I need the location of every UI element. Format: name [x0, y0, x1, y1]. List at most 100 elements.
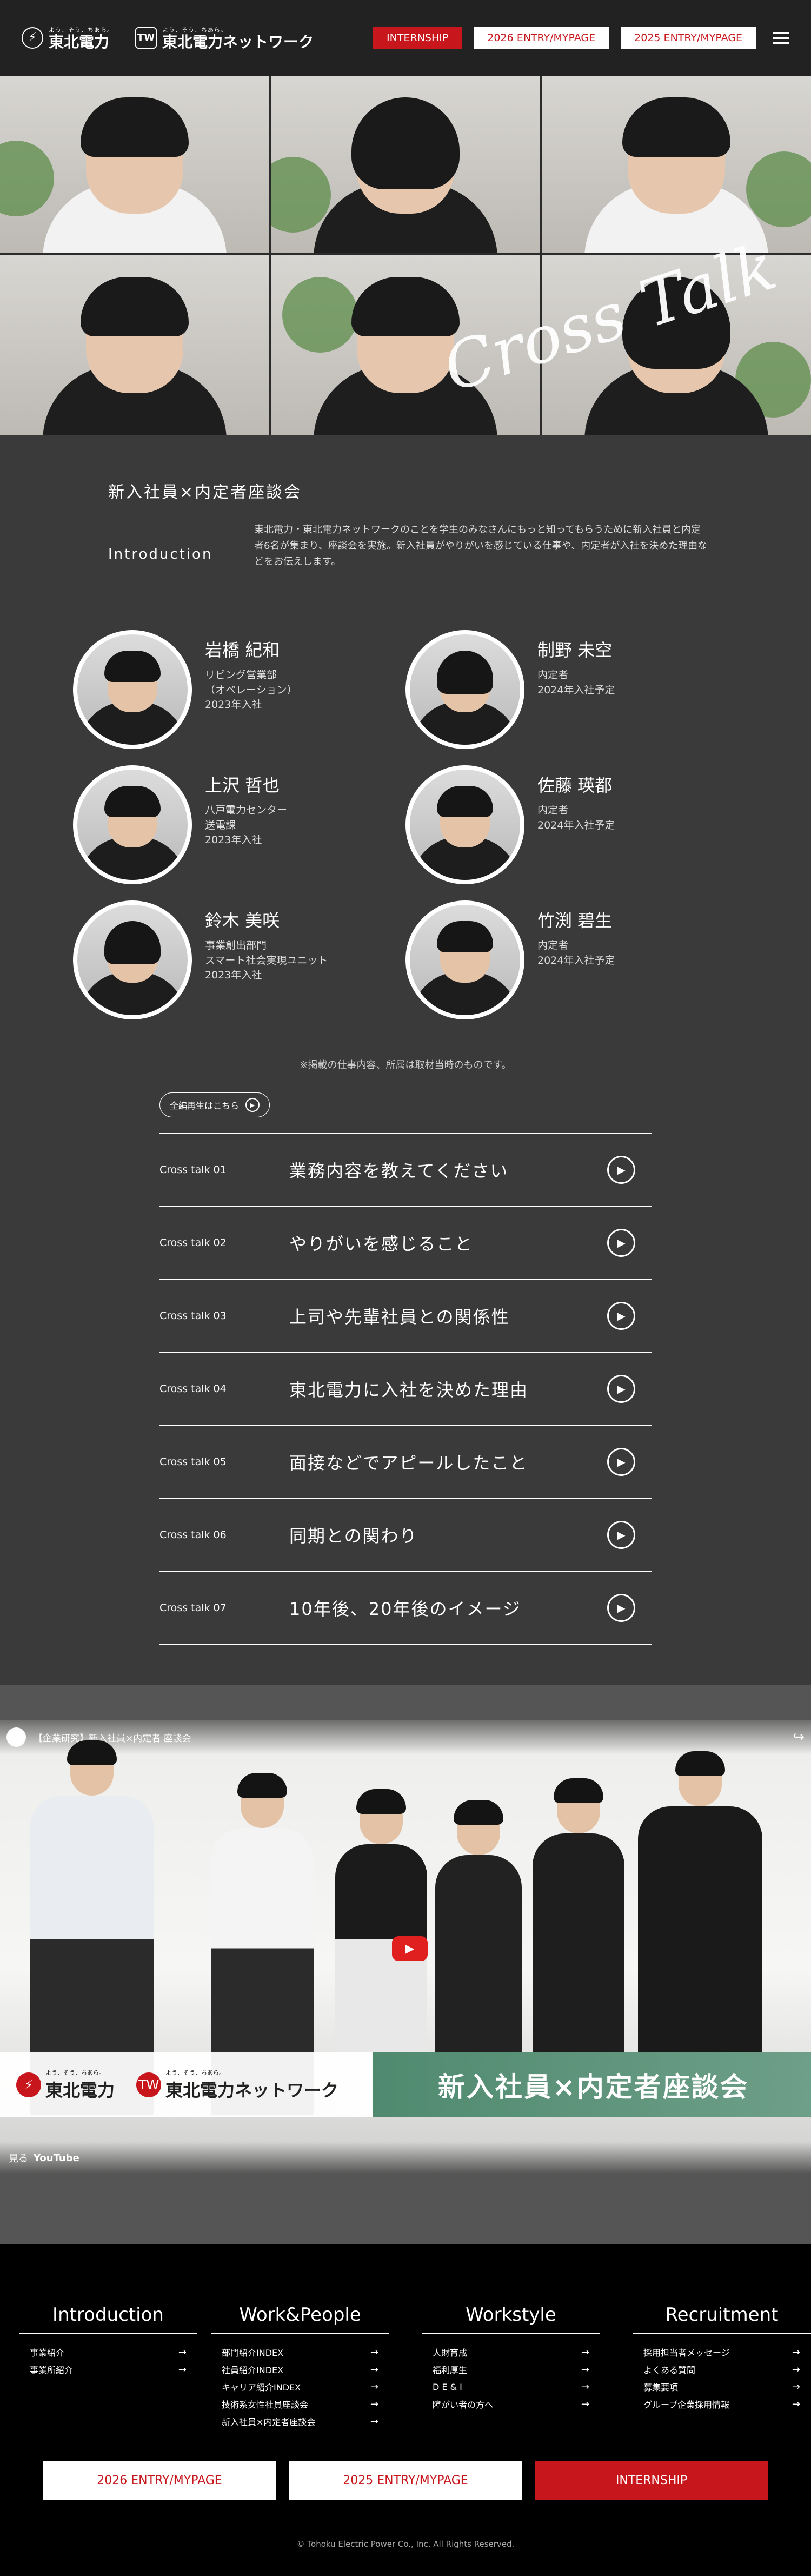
crosstalk-title: 上司や先輩社員との関係性	[289, 1307, 510, 1327]
member-year: 2023年入社	[205, 969, 262, 982]
footer-entry-2026-button[interactable]: 2026 ENTRY/MYPAGE	[43, 2461, 276, 2500]
member-avatar	[406, 765, 524, 884]
footer-link[interactable]: D E & I →	[422, 2378, 600, 2395]
footer-internship-button[interactable]: INTERNSHIP	[535, 2461, 768, 2500]
watch-on-label[interactable]: 見る	[9, 2151, 28, 2165]
entry-2025-button[interactable]: 2025 ENTRY/MYPAGE	[621, 27, 756, 49]
footer-link[interactable]: 人財育成 →	[422, 2343, 600, 2361]
footer-link[interactable]: キャリア紹介INDEX →	[211, 2378, 389, 2395]
member-name: 制野 未空	[537, 640, 613, 660]
arrow-right-icon: →	[581, 2346, 589, 2358]
footer-link[interactable]: 福利厚生 →	[422, 2361, 600, 2378]
footer-link[interactable]: 事業所紹介 →	[19, 2361, 197, 2378]
footer-link-label: 事業所紹介	[30, 2365, 74, 2375]
footer-entry-2025-button[interactable]: 2025 ENTRY/MYPAGE	[289, 2461, 522, 2500]
crosstalk-title: 東北電力に入社を決めた理由	[289, 1380, 529, 1400]
footer-link-label: 新入社員×内定者座談会	[222, 2417, 316, 2427]
footer-link[interactable]: 社員紹介INDEX →	[211, 2361, 389, 2378]
internship-button[interactable]: INTERNSHIP	[373, 27, 462, 49]
member-dept: 送電課	[205, 819, 236, 831]
footer-link[interactable]: 事業紹介 →	[19, 2343, 197, 2361]
crosstalk-item[interactable]: Cross talk 02 やりがいを感じること ▶	[159, 1207, 652, 1280]
crosstalk-section: 新入社員×内定者座談会 Introduction 東北電力・東北電力ネットワーク…	[0, 435, 811, 1685]
play-icon[interactable]: ▶	[607, 1229, 635, 1257]
member-dept: リビング営業部	[205, 669, 277, 681]
member-card: 岩橋 紀和 リビング営業部 （オペレーション） 2023年入社	[73, 630, 297, 749]
banner-logo-name: 東北電力ネットワーク	[165, 2080, 339, 2101]
crosstalk-item[interactable]: Cross talk 05 面接などでアピールしたこと ▶	[159, 1426, 652, 1499]
member-name: 上沢 哲也	[205, 775, 280, 796]
footer-column-workpeople: Work&People 部門紹介INDEX → 社員紹介INDEX → キャリア紹介…	[211, 2304, 389, 2430]
youtube-logo[interactable]: YouTube	[34, 2153, 79, 2164]
arrow-right-icon: →	[178, 2346, 187, 2358]
play-icon[interactable]: ▶	[607, 1594, 635, 1622]
member-card: 制野 未空 内定者 2024年入社予定	[406, 630, 615, 749]
crosstalk-number: Cross talk 02	[159, 1237, 227, 1249]
footer-link[interactable]: 部門紹介INDEX →	[211, 2343, 389, 2361]
crosstalk-number: Cross talk 05	[159, 1456, 227, 1468]
footer-link[interactable]: よくある質問 →	[633, 2361, 811, 2378]
footer-link[interactable]: 新入社員×内定者座談会 →	[211, 2413, 389, 2430]
footer-link[interactable]: 技術系女性社員座談会 →	[211, 2395, 389, 2413]
arrow-right-icon: →	[370, 2381, 378, 2393]
crosstalk-number: Cross talk 01	[159, 1164, 227, 1176]
arrow-right-icon: →	[370, 2346, 378, 2358]
crosstalk-title: 同期との関わり	[289, 1526, 418, 1546]
play-icon[interactable]: ▶	[607, 1302, 635, 1330]
footer-column-title: Introduction	[19, 2304, 197, 2334]
crosstalk-item[interactable]: Cross talk 03 上司や先輩社員との関係性 ▶	[159, 1280, 652, 1353]
play-icon[interactable]: ▶	[607, 1448, 635, 1476]
lightning-icon: ⚡	[22, 27, 43, 49]
play-icon: ▶	[245, 1098, 260, 1112]
footer-link-label: グループ企業採用情報	[643, 2400, 730, 2410]
play-icon[interactable]: ▶	[607, 1521, 635, 1549]
member-avatar	[406, 630, 524, 749]
youtube-embed[interactable]: 【企業研究】新入社員×内定者 座談会 ↪ ▶ ⚡ よう、そう、ちあら。 東北電力 …	[0, 1720, 811, 2174]
member-name: 鈴木 美咲	[205, 910, 280, 931]
play-icon[interactable]: ▶	[607, 1156, 635, 1184]
play-all-button[interactable]: 全編再生はこちら ▶	[159, 1092, 270, 1117]
member-name: 岩橋 紀和	[205, 640, 280, 660]
footer-link[interactable]: 障がい者の方へ →	[422, 2395, 600, 2413]
share-icon[interactable]: ↪	[793, 1729, 805, 1745]
logo-name: 東北電力ネットワーク	[162, 32, 314, 51]
play-icon[interactable]: ▶	[607, 1375, 635, 1403]
hero-photo-3	[542, 76, 811, 253]
arrow-right-icon: →	[792, 2363, 800, 2375]
banner-logo-tohoku: ⚡ よう、そう、ちあら。 東北電力	[16, 2068, 115, 2102]
footer-link-label: 福利厚生	[433, 2365, 468, 2375]
video-title[interactable]: 【企業研究】新入社員×内定者 座談会	[34, 1731, 191, 1744]
footer-link-label: キャリア紹介INDEX	[222, 2382, 301, 2393]
footer-link[interactable]: グループ企業採用情報 →	[633, 2395, 811, 2413]
hamburger-menu-icon[interactable]	[773, 32, 789, 44]
section-title: 新入社員×内定者座談会	[108, 483, 302, 502]
hero-photo-grid: Cross Talk	[0, 76, 811, 435]
crosstalk-list: Cross talk 01 業務内容を教えてください ▶ Cross talk …	[159, 1133, 652, 1645]
crosstalk-number: Cross talk 03	[159, 1310, 227, 1322]
banner-title: 新入社員×内定者座談会	[373, 2052, 811, 2117]
video-title-banner: ⚡ よう、そう、ちあら。 東北電力 TW よう、そう、ちあら。 東北電力ネットワーク…	[0, 2052, 811, 2117]
crosstalk-title: やりがいを感じること	[289, 1234, 474, 1254]
member-year: 2024年入社予定	[537, 954, 615, 966]
tohoku-electric-logo[interactable]: ⚡ よう、そう、ちあら。 東北電力	[22, 25, 114, 51]
logo-name: 東北電力	[49, 32, 110, 51]
footer-link-label: 部門紹介INDEX	[222, 2348, 284, 2358]
youtube-play-button[interactable]: ▶	[392, 1936, 428, 1961]
member-dept: スマート社会実現ユニット	[205, 954, 328, 966]
channel-avatar[interactable]	[6, 1727, 26, 1747]
arrow-right-icon: →	[792, 2381, 800, 2393]
arrow-right-icon: →	[792, 2346, 800, 2358]
crosstalk-item[interactable]: Cross talk 04 東北電力に入社を決めた理由 ▶	[159, 1353, 652, 1426]
entry-2026-button[interactable]: 2026 ENTRY/MYPAGE	[474, 27, 609, 49]
member-card: 鈴木 美咲 事業創出部門 スマート社会実現ユニット 2023年入社	[73, 900, 328, 1019]
footer-link[interactable]: 募集要項 →	[633, 2378, 811, 2395]
crosstalk-item[interactable]: Cross talk 07 10年後、20年後のイメージ ▶	[159, 1572, 652, 1645]
disclaimer-note: ※掲載の仕事内容、所属は取材当時のものです。	[300, 1059, 511, 1071]
crosstalk-item[interactable]: Cross talk 06 同期との関わり ▶	[159, 1499, 652, 1572]
crosstalk-item[interactable]: Cross talk 01 業務内容を教えてください ▶	[159, 1134, 652, 1207]
member-dept: （オペレーション）	[205, 684, 297, 696]
play-all-label: 全編再生はこちら	[170, 1101, 240, 1111]
arrow-right-icon: →	[370, 2363, 378, 2375]
footer-link[interactable]: 採用担当者メッセージ →	[633, 2343, 811, 2361]
tohoku-network-logo[interactable]: TW よう、そう、ちあら。 東北電力ネットワーク	[135, 25, 314, 51]
